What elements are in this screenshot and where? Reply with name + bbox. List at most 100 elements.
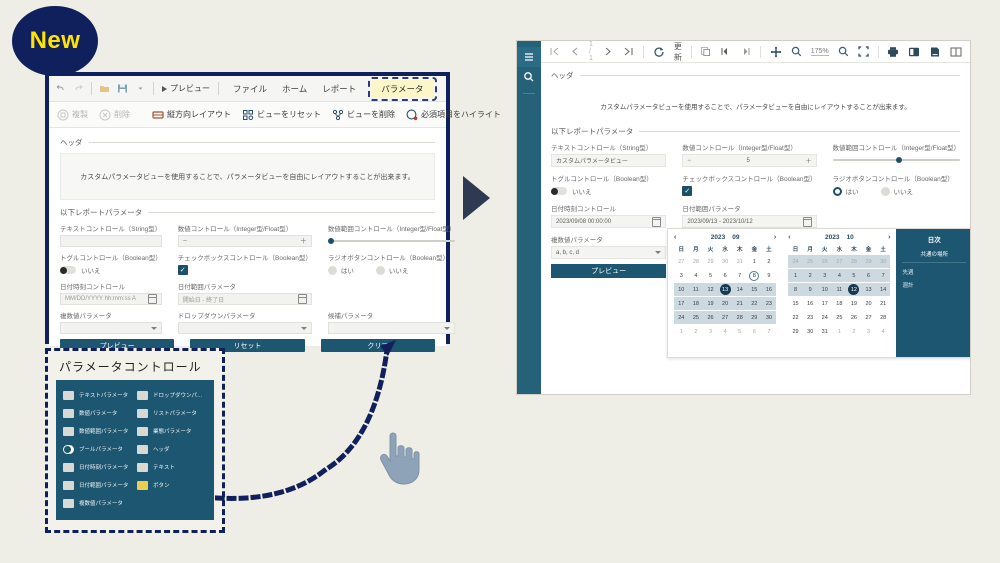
calendar-day[interactable]: 6	[861, 269, 876, 282]
radio-option-yes[interactable]: はい	[832, 186, 859, 196]
fit-screen-icon[interactable]	[857, 46, 869, 57]
redo-icon[interactable]	[73, 83, 84, 94]
calendar-day[interactable]: 1	[674, 325, 689, 338]
search-icon[interactable]	[517, 67, 541, 87]
undo-icon[interactable]	[55, 83, 66, 94]
first-page-icon[interactable]	[549, 46, 560, 57]
number-plus-button[interactable]: ＋	[300, 236, 307, 246]
calendar-day[interactable]: 29	[703, 255, 718, 268]
calendar-day[interactable]: 28	[847, 255, 862, 268]
calendar-day[interactable]: 19	[703, 297, 718, 310]
calendar-day[interactable]: 29	[747, 311, 762, 324]
preset-item-last-week[interactable]: 先週	[902, 268, 966, 276]
calendar-day[interactable]: 7	[762, 325, 777, 338]
duplicate-command[interactable]: 複製	[57, 109, 88, 121]
calendar-icon[interactable]	[652, 216, 662, 227]
viewer-sidebar[interactable]	[517, 41, 541, 394]
radio-control[interactable]: はい いいえ	[832, 185, 961, 197]
palette-item-daterange-param[interactable]: 日付範囲パラメータ	[63, 476, 133, 494]
calendar-prev-icon[interactable]: ‹	[674, 234, 676, 241]
palette-item-text-param[interactable]: テキストパラメータ	[63, 386, 133, 404]
palette-item-dropdown-param[interactable]: ドロップダウンパ…	[137, 386, 207, 404]
zoom-in-icon[interactable]	[838, 46, 849, 57]
number-control-input[interactable]: − ＋	[177, 235, 312, 247]
calendar-day[interactable]: 7	[732, 269, 747, 282]
range-control-slider[interactable]	[327, 235, 456, 247]
palette-item-header-param[interactable]: ヘッダ	[137, 440, 207, 458]
presets-prev-icon[interactable]: ‹	[902, 236, 904, 243]
datetime-control-input[interactable]: 2023/09/08 00:00:00	[551, 215, 667, 228]
radio-option-no[interactable]: いいえ	[880, 186, 913, 196]
calendar-prev-icon[interactable]: ‹	[788, 234, 790, 241]
calendar-day-selected[interactable]: 12	[847, 283, 862, 296]
calendar-day[interactable]: 16	[803, 297, 818, 310]
toggle-switch[interactable]	[551, 187, 567, 195]
calendar-day[interactable]: 10	[674, 283, 689, 296]
calendar-day[interactable]: 7	[876, 269, 891, 282]
last-page-icon[interactable]	[623, 46, 634, 57]
calendar-left-month[interactable]: ‹ 2023 09 › 日 月 火 水 木 金 土 27 28 29 30 31…	[668, 229, 782, 357]
calendar-day-today[interactable]: 8	[747, 269, 762, 282]
calendar-day[interactable]: 28	[732, 311, 747, 324]
calendar-day[interactable]: 4	[832, 269, 847, 282]
calendar-day[interactable]: 2	[762, 255, 777, 268]
checkbox-control[interactable]: ✓	[177, 264, 312, 276]
calendar-day-selected[interactable]: 13	[718, 283, 733, 296]
calendar-day[interactable]: 20	[718, 297, 733, 310]
calendar-day[interactable]: 4	[876, 325, 891, 338]
viewer-toolbar[interactable]: 1 / 1 更新 175%	[541, 41, 970, 63]
palette-item-number-range-param[interactable]: 数値範囲パラメータ	[63, 422, 133, 440]
calendar-next-icon[interactable]: ›	[888, 234, 890, 241]
calendar-day[interactable]: 2	[803, 269, 818, 282]
calendar-day[interactable]: 5	[847, 269, 862, 282]
presets-next-icon[interactable]: ›	[964, 236, 966, 243]
calendar-day[interactable]: 26	[817, 255, 832, 268]
datetime-control-input[interactable]: MM/DD/YYYY hh:mm:ss A	[60, 293, 162, 305]
number-control-input[interactable]: − 5 ＋	[682, 154, 817, 167]
page-indicator[interactable]: 1 / 1	[589, 41, 594, 62]
hamburger-icon[interactable]	[517, 47, 541, 67]
calendar-day[interactable]: 31	[732, 255, 747, 268]
calendar-day[interactable]: 29	[788, 325, 803, 338]
next-view-icon[interactable]	[740, 46, 751, 57]
daterange-calendar-popup[interactable]: ‹ 2023 09 › 日 月 火 水 木 金 土 27 28 29 30 31…	[667, 228, 970, 358]
number-plus-button[interactable]: ＋	[805, 156, 811, 165]
calendar-day[interactable]: 2	[847, 325, 862, 338]
number-minus-button[interactable]: −	[687, 158, 691, 164]
calendar-day[interactable]: 23	[803, 311, 818, 324]
dropdown-icon[interactable]	[135, 83, 146, 94]
vertical-layout-command[interactable]: 縦方向レイアウト	[152, 109, 231, 121]
calendar-day[interactable]: 12	[703, 283, 718, 296]
multivalue-select[interactable]	[60, 322, 162, 334]
calendar-day[interactable]: 4	[718, 325, 733, 338]
calendar-next-icon[interactable]: ›	[774, 234, 776, 241]
calendar-day[interactable]: 2	[689, 325, 704, 338]
calendar-day[interactable]: 10	[817, 283, 832, 296]
calendar-day[interactable]: 30	[876, 255, 891, 268]
calendar-day[interactable]: 15	[788, 297, 803, 310]
calendar-day[interactable]: 24	[788, 255, 803, 268]
calendar-day[interactable]: 1	[832, 325, 847, 338]
calendar-day[interactable]: 11	[832, 283, 847, 296]
calendar-presets-panel[interactable]: ‹ 日次 › 共通の場所 先週 週計	[896, 229, 970, 357]
calendar-day[interactable]: 3	[703, 325, 718, 338]
radio-option-yes[interactable]: はい	[327, 265, 354, 275]
calendar-day[interactable]: 14	[732, 283, 747, 296]
calendar-day[interactable]: 22	[788, 311, 803, 324]
palette-item-number-param[interactable]: 数値パラメータ	[63, 404, 133, 422]
calendar-day[interactable]: 27	[861, 311, 876, 324]
zoom-level-indicator[interactable]: 175%	[810, 48, 829, 56]
calendar-day[interactable]: 5	[703, 269, 718, 282]
calendar-day[interactable]: 21	[876, 297, 891, 310]
calendar-day[interactable]: 19	[847, 297, 862, 310]
radio-option-no[interactable]: いいえ	[375, 265, 408, 275]
number-minus-button[interactable]: −	[183, 238, 187, 245]
delete-command[interactable]: 削除	[99, 109, 130, 121]
refresh-label[interactable]: 更新	[674, 41, 682, 63]
calendar-day[interactable]: 9	[803, 283, 818, 296]
palette-item-bool-param[interactable]: ブールパラメータ	[63, 440, 133, 458]
calendar-day[interactable]: 26	[703, 311, 718, 324]
palette-item-multivalue-param[interactable]: 複数値パラメータ	[63, 494, 133, 512]
calendar-day[interactable]: 8	[788, 283, 803, 296]
palette-item-category-param[interactable]: 業態パラメータ	[137, 422, 207, 440]
